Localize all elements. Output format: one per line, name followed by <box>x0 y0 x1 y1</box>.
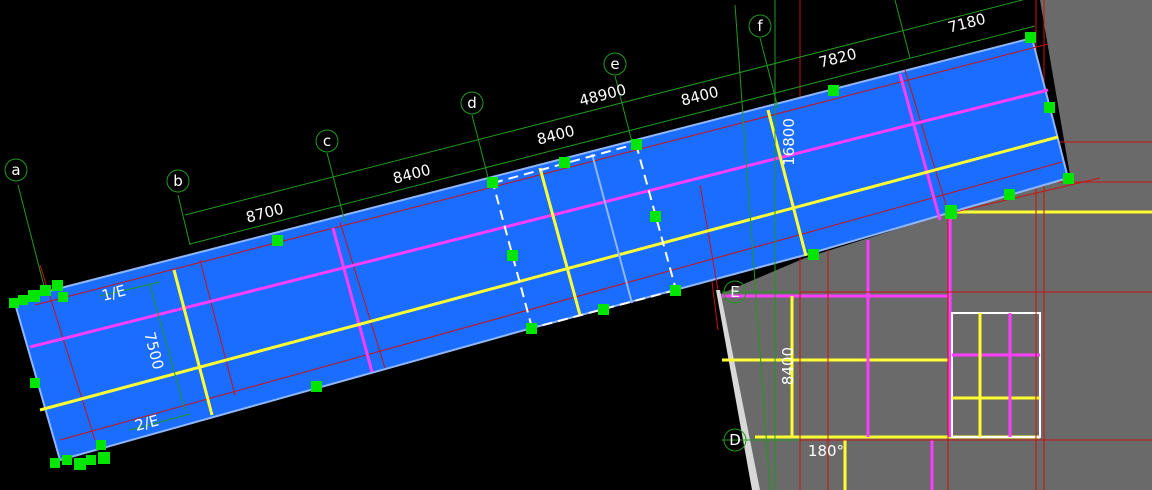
square-grip-icon[interactable] <box>526 323 537 334</box>
axis-bubble-e: e <box>603 52 627 76</box>
square-grip-icon[interactable] <box>86 455 96 465</box>
axis-bubble-f: f <box>748 14 772 38</box>
dim-f-next: 7820 <box>817 45 858 72</box>
square-grip-icon[interactable] <box>9 298 19 308</box>
square-grip-icon[interactable] <box>98 452 110 464</box>
square-grip-icon[interactable] <box>670 285 681 296</box>
square-grip-icon[interactable] <box>74 458 86 470</box>
square-grip-icon[interactable] <box>52 280 63 291</box>
axis-bubble-a: a <box>4 158 28 182</box>
dim-bc: 8700 <box>244 200 285 227</box>
square-grip-icon[interactable] <box>1044 102 1055 113</box>
square-grip-icon[interactable] <box>559 157 570 168</box>
axis-label-f: f <box>757 17 763 35</box>
square-grip-icon[interactable] <box>96 440 106 450</box>
square-grip-icon[interactable] <box>507 250 518 261</box>
square-grip-icon[interactable] <box>58 292 68 302</box>
square-grip-icon[interactable] <box>828 85 839 96</box>
axis-label-E: E <box>730 283 739 301</box>
axis-bubble-d: d <box>460 91 484 115</box>
square-grip-icon[interactable] <box>631 139 642 150</box>
square-grip-icon[interactable] <box>598 304 609 315</box>
axis-label-D: D <box>729 431 741 449</box>
dim-de: 8400 <box>535 122 576 149</box>
axis-label-e: e <box>610 55 619 73</box>
square-grip-icon[interactable] <box>30 378 40 388</box>
square-grip-icon[interactable] <box>272 235 283 246</box>
axis-bubble-b: b <box>166 169 190 193</box>
square-grip-icon[interactable] <box>40 285 51 296</box>
square-grip-icon[interactable] <box>50 458 60 468</box>
square-grip-icon[interactable] <box>28 290 40 302</box>
dim-span-16800: 16800 <box>780 118 798 166</box>
square-grip-icon[interactable] <box>945 205 957 219</box>
square-grip-icon[interactable] <box>1004 189 1015 200</box>
square-grip-icon[interactable] <box>311 381 322 392</box>
dim-cd: 8400 <box>391 161 432 188</box>
square-grip-icon[interactable] <box>62 455 72 465</box>
square-grip-icon[interactable] <box>650 211 661 222</box>
axis-label-a: a <box>11 161 20 179</box>
square-grip-icon[interactable] <box>1025 32 1036 43</box>
axis-bubble-c: c <box>315 129 339 153</box>
dim-ED: 8400 <box>779 347 797 385</box>
axis-label-d: d <box>467 94 477 112</box>
square-grip-icon[interactable] <box>808 249 819 260</box>
square-grip-icon[interactable] <box>18 295 28 305</box>
square-grip-icon[interactable] <box>487 177 498 188</box>
square-grip-icon[interactable] <box>1063 173 1074 184</box>
dim-overall: 48900 <box>577 80 628 109</box>
axis-label-b: b <box>173 172 183 190</box>
dim-last: 7180 <box>946 10 987 37</box>
cad-viewport[interactable]: a b c d e f E D 8700 8400 8400 48900 840… <box>0 0 1152 490</box>
axis-label-c: c <box>323 132 331 150</box>
angle-label: 180° <box>808 442 844 460</box>
